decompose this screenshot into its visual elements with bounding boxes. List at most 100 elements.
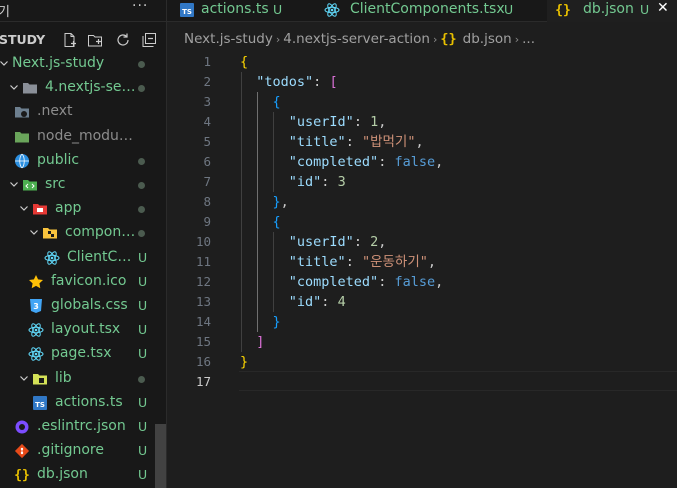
code-token: : xyxy=(378,154,395,170)
code-token: { xyxy=(272,214,281,230)
folder-open-icon xyxy=(22,80,38,96)
code-token: 1 xyxy=(370,114,379,130)
tree-item-label: globals.css xyxy=(51,297,128,313)
code-token: : xyxy=(345,134,362,150)
code-line[interactable]: "userId": 2, xyxy=(240,232,387,252)
code-line[interactable]: "completed": false, xyxy=(240,272,443,292)
tree-item[interactable]: node_modules xyxy=(0,125,153,149)
breadcrumb-item[interactable]: Next.js-study xyxy=(184,31,273,47)
code-line[interactable]: { xyxy=(240,52,248,72)
more-actions-button[interactable]: ··· xyxy=(132,0,148,14)
tree-item[interactable]: .eslintrc.json U xyxy=(0,415,153,439)
code-editor[interactable]: 1{2 "todos": [3 {4 "userId": 1, 5 "title"… xyxy=(167,52,677,488)
chevron-down-icon[interactable] xyxy=(8,81,20,93)
folder-icon xyxy=(14,104,30,120)
modified-dot-icon xyxy=(138,61,145,68)
breadcrumb-item[interactable]: 4.nextjs-server-action xyxy=(283,31,430,47)
tree-item[interactable]: layout.tsx U xyxy=(0,318,153,342)
code-token: "userId" xyxy=(288,234,354,250)
workspace-section-title: STUDY xyxy=(0,32,46,47)
chevron-down-icon[interactable] xyxy=(0,57,10,69)
tree-item[interactable]: .next xyxy=(0,100,153,124)
refresh-icon[interactable] xyxy=(115,32,131,48)
modified-dot-icon xyxy=(138,85,145,93)
tree-item[interactable]: app xyxy=(0,197,153,221)
code-line[interactable]: { xyxy=(240,212,281,232)
line-number: 10 xyxy=(195,234,211,249)
react-icon xyxy=(324,2,340,18)
code-token: , xyxy=(280,194,289,210)
code-line[interactable]: } xyxy=(240,352,248,372)
code-token: , xyxy=(415,134,424,150)
editor-tab-bar: TS actions.ts U ClientComponents.tsx U {… xyxy=(167,0,677,22)
code-token: : xyxy=(321,294,338,310)
code-line[interactable]: { xyxy=(240,92,281,112)
tree-item[interactable]: Next.js-study xyxy=(0,52,153,76)
tree-item[interactable]: lib xyxy=(0,367,153,391)
breadcrumb-item[interactable]: ... xyxy=(522,31,535,47)
tree-item-label: db.json xyxy=(37,466,88,483)
chevron-down-icon[interactable] xyxy=(28,226,40,238)
code-line[interactable]: "title": "운동하기", xyxy=(240,252,436,272)
lib-folder-icon xyxy=(32,371,48,387)
workspace-section-header[interactable]: STUDY xyxy=(0,30,166,52)
code-line[interactable]: "id": 3 xyxy=(240,172,346,192)
css-icon: 3 xyxy=(28,298,44,314)
tree-item[interactable]: ClientCo... U xyxy=(0,246,153,270)
tree-item-label: .gitignore xyxy=(37,442,104,459)
code-token: } xyxy=(240,354,249,370)
tree-item[interactable]: .gitignore U xyxy=(0,439,153,463)
new-file-icon[interactable] xyxy=(62,32,78,48)
untracked-badge: U xyxy=(138,298,148,313)
tree-item[interactable]: TS actions.ts U xyxy=(0,391,153,415)
code-line[interactable]: "completed": false, xyxy=(240,152,443,172)
code-line[interactable]: "todos": [ xyxy=(240,72,337,92)
tab-db-json[interactable]: {} db.json U ✕ xyxy=(547,0,677,22)
collapse-all-icon[interactable] xyxy=(141,32,157,48)
tree-item[interactable]: 3 globals.css U xyxy=(0,294,153,318)
tree-item-label: layout.tsx xyxy=(51,321,121,338)
code-token: : xyxy=(353,114,371,130)
tree-item[interactable]: page.tsx U xyxy=(0,342,153,366)
new-folder-icon[interactable] xyxy=(87,32,103,48)
code-token: , xyxy=(435,154,444,170)
tab-actions-ts[interactable]: TS actions.ts U xyxy=(167,0,307,21)
chevron-down-icon[interactable] xyxy=(8,178,20,190)
sidebar-scrollbar[interactable] xyxy=(155,424,166,488)
tree-item[interactable]: public xyxy=(0,149,153,173)
source-folder-icon xyxy=(22,177,38,193)
ts-icon: TS xyxy=(179,2,195,18)
ts-icon: TS xyxy=(32,395,48,411)
explorer-sidebar: 기 ··· STUDY Next.js-study 4.nextjs-serv..… xyxy=(0,0,166,488)
tree-item[interactable]: {} db.json U xyxy=(0,463,153,487)
modified-dot-icon xyxy=(138,230,145,238)
tree-item[interactable]: favicon.ico U xyxy=(0,270,153,294)
code-line[interactable]: "id": 4 xyxy=(240,292,346,312)
current-line-highlight xyxy=(239,371,677,391)
chevron-down-icon[interactable] xyxy=(18,372,30,384)
breadcrumb-item[interactable]: db.json xyxy=(463,31,512,47)
tab-client-components[interactable]: ClientComponents.tsx U xyxy=(307,0,547,21)
code-line[interactable]: }, xyxy=(240,192,289,212)
code-token: , xyxy=(427,254,437,270)
tree-item-label: node_modules xyxy=(37,127,136,144)
modified-dot-icon xyxy=(138,375,145,383)
code-line[interactable]: } xyxy=(240,312,281,332)
chevron-down-icon[interactable] xyxy=(18,202,30,214)
close-tab-icon[interactable]: ✕ xyxy=(657,0,669,16)
tree-item[interactable]: 4.nextjs-serv... xyxy=(0,76,153,100)
line-number: 11 xyxy=(195,254,211,269)
code-line[interactable]: "title": "밥먹기", xyxy=(240,132,424,152)
tree-item[interactable]: compone... xyxy=(0,221,153,245)
code-line[interactable]: ] xyxy=(240,332,264,352)
tree-item[interactable]: src xyxy=(0,173,153,197)
tree-item-label: .next xyxy=(37,103,73,120)
line-number: 4 xyxy=(203,114,211,129)
code-token: "밥먹기" xyxy=(361,134,416,150)
code-line[interactable]: "userId": 1, xyxy=(240,112,387,132)
code-token: "title" xyxy=(288,134,346,150)
svg-text:TS: TS xyxy=(182,8,192,16)
